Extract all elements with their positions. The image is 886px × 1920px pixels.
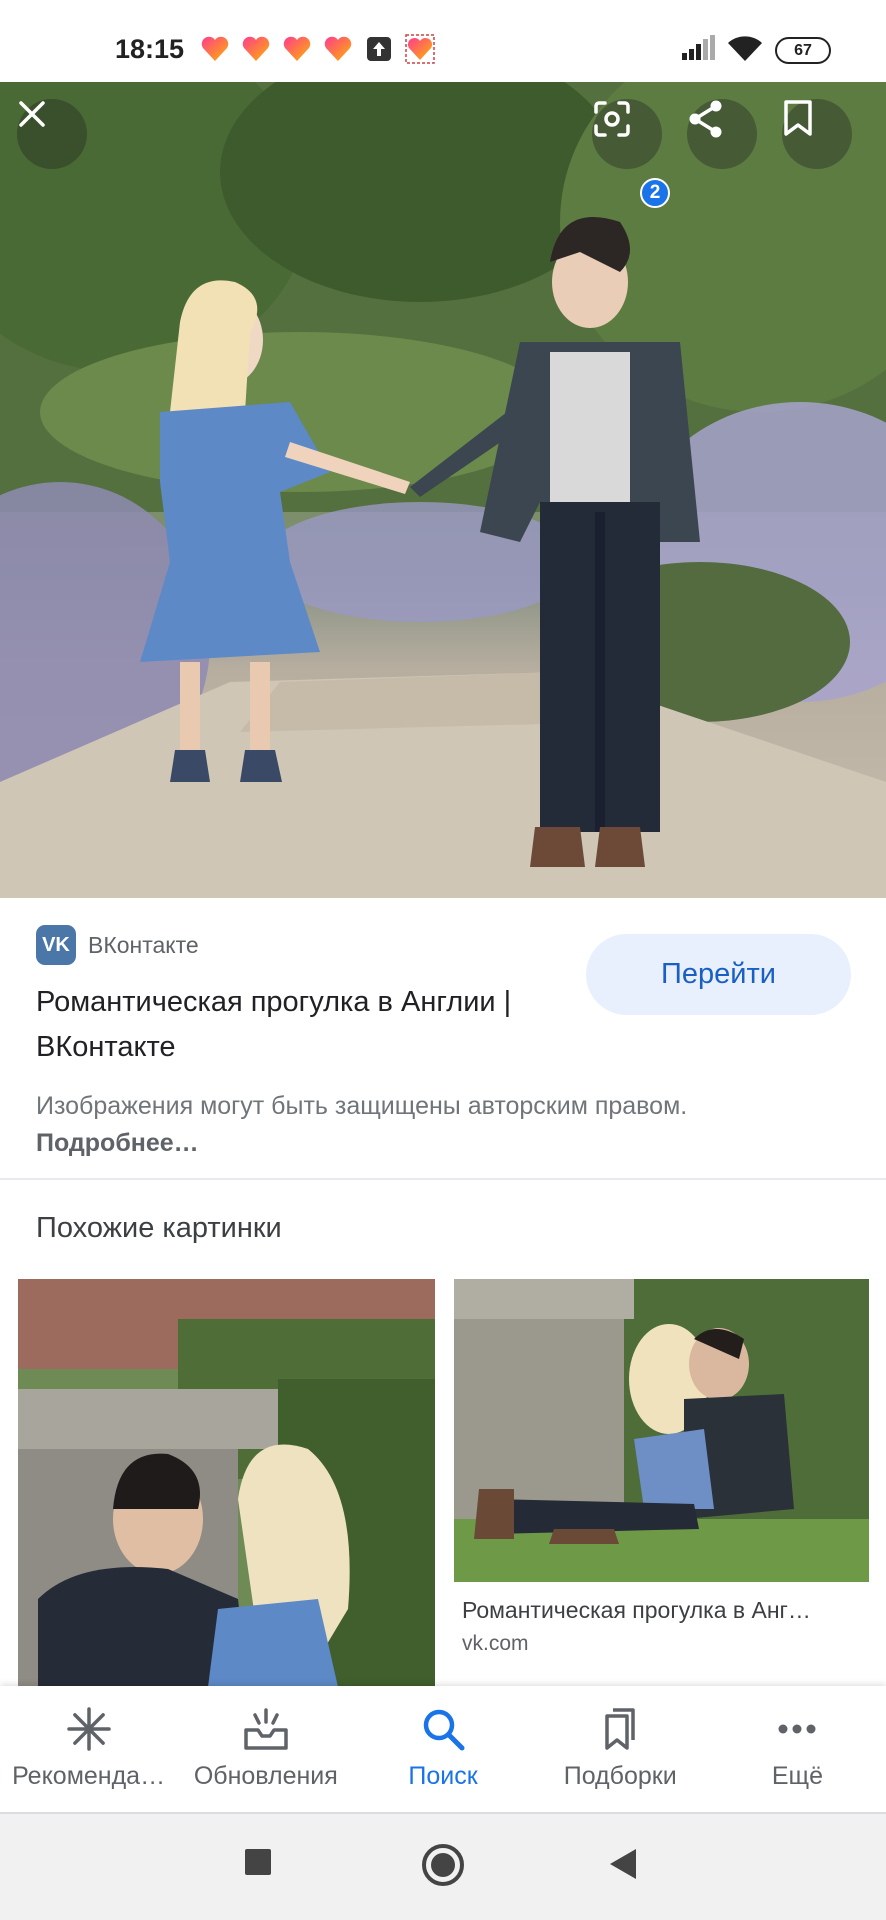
battery-level: 67 (794, 41, 812, 59)
share-icon (689, 100, 722, 138)
back-button[interactable] (608, 1847, 638, 1881)
nav-search[interactable]: Поиск (354, 1686, 531, 1814)
heart-app-icon (200, 34, 230, 64)
similar-image-2-domain: vk.com (462, 1632, 529, 1655)
nav-more[interactable]: Ещё (709, 1686, 886, 1814)
bottom-navigation: Рекоменда… Обновления Поиск Подборки Ещё (0, 1686, 886, 1814)
wifi-icon (727, 34, 763, 67)
status-bar: 18:15 67 (0, 0, 886, 82)
go-button[interactable]: Перейти (586, 934, 851, 1015)
search-icon (423, 1709, 465, 1751)
similar-image-2-caption[interactable]: Романтическая прогулка в Анг… (462, 1597, 872, 1624)
nav-label: Рекоменда… (12, 1762, 166, 1790)
share-button[interactable] (687, 99, 757, 169)
result-title[interactable]: Романтическая прогулка в Англии | ВКонта… (36, 980, 556, 1070)
source-name: ВКонтакте (88, 931, 199, 958)
divider (0, 1178, 886, 1180)
system-navigation-bar (0, 1814, 886, 1920)
signal-icon (681, 35, 715, 66)
nav-label: Обновления (193, 1762, 338, 1790)
lens-icon (594, 101, 630, 137)
heart-app-icon (282, 34, 312, 64)
system-status: 67 (681, 34, 831, 67)
copyright-text: Изображения могут быть защищены авторски… (36, 1092, 688, 1120)
nav-label: Подборки (563, 1762, 677, 1790)
nav-updates[interactable]: Обновления (177, 1686, 354, 1814)
more-link[interactable]: Подробнее… (36, 1129, 199, 1157)
nav-recommendations[interactable]: Рекоменда… (0, 1686, 177, 1814)
source-row[interactable]: VK ВКонтакте (36, 925, 199, 965)
lens-button[interactable] (592, 99, 662, 169)
nav-label: Поиск (408, 1762, 478, 1790)
lens-badge: 2 (640, 178, 670, 208)
heart-app-icon (405, 34, 435, 64)
asterisk-icon (66, 1707, 111, 1751)
nav-label: Ещё (771, 1762, 823, 1790)
status-time: 18:15 (115, 34, 185, 64)
collections-icon (605, 1708, 635, 1750)
main-image[interactable]: 2 (0, 82, 886, 898)
battery-icon: 67 (775, 37, 831, 64)
nav-collections[interactable]: Подборки (532, 1686, 709, 1814)
inbox-updates-icon (244, 1708, 288, 1750)
similar-images-heading: Похожие картинки (36, 1212, 282, 1244)
heart-app-icon (241, 34, 271, 64)
similar-image-1[interactable] (18, 1279, 435, 1687)
upload-icon (364, 34, 394, 64)
more-dots-icon (778, 1724, 816, 1734)
recents-button[interactable] (244, 1848, 272, 1876)
notification-icons (200, 34, 435, 64)
bookmark-button[interactable] (782, 99, 852, 169)
copyright-notice: Изображения могут быть защищены авторски… (36, 1088, 736, 1162)
similar-image-2[interactable] (454, 1279, 869, 1582)
home-button[interactable] (421, 1843, 465, 1887)
vk-logo-icon: VK (36, 925, 76, 965)
close-icon (19, 101, 45, 127)
heart-app-icon (323, 34, 353, 64)
close-button[interactable] (17, 99, 87, 169)
bookmark-icon (784, 100, 812, 136)
